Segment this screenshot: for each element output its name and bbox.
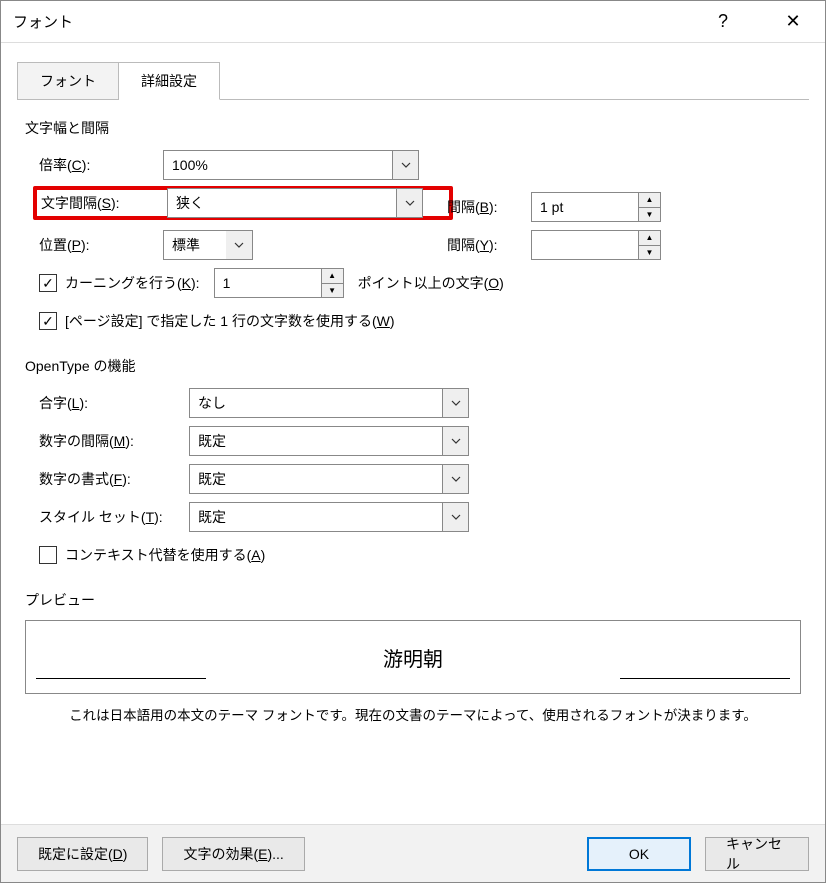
tab-font[interactable]: フォント [17, 62, 119, 100]
spin-down-icon[interactable]: ▼ [639, 246, 660, 260]
spin-down-icon[interactable]: ▼ [322, 284, 343, 298]
numforms-value: 既定 [190, 469, 442, 489]
check-icon [39, 546, 57, 564]
scale-combo[interactable]: 100% [163, 150, 419, 180]
by-label: 間隔(B): [447, 197, 531, 217]
chevron-down-icon [442, 465, 468, 493]
ligatures-value: なし [190, 393, 442, 413]
spin-up-icon[interactable]: ▲ [639, 231, 660, 246]
spacing-value: 狭く [168, 193, 396, 213]
kerning-tail-label: ポイント以上の文字(O) [358, 273, 504, 293]
scale-value: 100% [164, 157, 392, 173]
spacing-combo[interactable]: 狭く [167, 188, 423, 218]
contextual-label: コンテキスト代替を使用する(A) [65, 545, 265, 565]
chevron-down-icon [396, 189, 422, 217]
position-label: 位置(P): [39, 235, 163, 255]
check-icon: ✓ [39, 274, 57, 292]
numspacing-value: 既定 [190, 431, 442, 451]
kerning-checkbox[interactable]: ✓ カーニングを行う(K): [39, 273, 200, 293]
styleset-value: 既定 [190, 507, 442, 527]
preview-label: プレビュー [25, 590, 801, 610]
spin-up-icon[interactable]: ▲ [639, 193, 660, 208]
contextual-checkbox[interactable]: コンテキスト代替を使用する(A) [39, 545, 265, 565]
chevron-down-icon [442, 503, 468, 531]
titlebar: フォント ? ✕ [1, 1, 825, 43]
styleset-label: スタイル セット(T): [39, 507, 189, 527]
text-effects-button[interactable]: 文字の効果(E)... [162, 837, 304, 871]
numspacing-label: 数字の間隔(M): [39, 431, 189, 451]
set-default-button[interactable]: 既定に設定(D) [17, 837, 148, 871]
chevron-down-icon [442, 389, 468, 417]
opentype-group-label: OpenType の機能 [25, 356, 801, 376]
kerning-spinner[interactable]: 1 ▲▼ [214, 268, 344, 298]
preview-box: 游明朝 [25, 620, 801, 694]
grid-label: [ページ設定] で指定した 1 行の文字数を使用する(W) [65, 311, 395, 331]
preview-text: 游明朝 [383, 643, 443, 672]
ligatures-combo[interactable]: なし [189, 388, 469, 418]
scale-label: 倍率(C): [39, 155, 163, 175]
by-spinner[interactable]: 1 pt ▲▼ [531, 192, 661, 222]
numforms-label: 数字の書式(F): [39, 469, 189, 489]
by2-spinner[interactable]: ▲▼ [531, 230, 661, 260]
position-combo[interactable]: 標準 [163, 230, 253, 260]
opentype-group: 合字(L): なし 数字の間隔(M): 既定 数字の書式(F): 既定 [25, 386, 801, 590]
preview-underline [620, 678, 790, 679]
dialog-title: フォント [13, 11, 73, 32]
dialog-footer: 既定に設定(D) 文字の効果(E)... OK キャンセル [1, 824, 825, 882]
position-value: 標準 [164, 235, 226, 255]
chevron-down-icon [392, 151, 418, 179]
spin-down-icon[interactable]: ▼ [639, 208, 660, 222]
kerning-label: カーニングを行う(K): [65, 273, 200, 293]
help-button[interactable]: ? [703, 7, 743, 37]
chevron-down-icon [442, 427, 468, 455]
font-dialog: フォント ? ✕ フォント 詳細設定 文字幅と間隔 倍率(C): 100% 文字… [0, 0, 826, 883]
grid-checkbox[interactable]: ✓ [ページ設定] で指定した 1 行の文字数を使用する(W) [39, 311, 395, 331]
chevron-down-icon [226, 231, 252, 259]
spacing-row-highlight: 文字間隔(S): 狭く [33, 186, 453, 220]
numforms-combo[interactable]: 既定 [189, 464, 469, 494]
tab-advanced[interactable]: 詳細設定 [119, 62, 220, 100]
kerning-value: 1 [215, 275, 321, 291]
styleset-combo[interactable]: 既定 [189, 502, 469, 532]
numspacing-combo[interactable]: 既定 [189, 426, 469, 456]
spin-up-icon[interactable]: ▲ [322, 269, 343, 284]
check-icon: ✓ [39, 312, 57, 330]
ok-button[interactable]: OK [587, 837, 691, 871]
cancel-button[interactable]: キャンセル [705, 837, 809, 871]
ligatures-label: 合字(L): [39, 393, 189, 413]
tab-strip: フォント 詳細設定 [17, 61, 825, 99]
by-value: 1 pt [532, 199, 638, 215]
preview-note: これは日本語用の本文のテーマ フォントです。現在の文書のテーマによって、使用され… [25, 704, 801, 724]
by2-label: 間隔(Y): [447, 235, 531, 255]
tab-content-advanced: 文字幅と間隔 倍率(C): 100% 文字間隔(S): 狭く 間隔(B): [17, 99, 809, 824]
spacing-group: 倍率(C): 100% 文字間隔(S): 狭く 間隔(B): 1 pt ▲▼ [25, 148, 801, 356]
spacing-label: 文字間隔(S): [41, 193, 167, 213]
spacing-group-label: 文字幅と間隔 [25, 118, 801, 138]
preview-underline [36, 678, 206, 679]
close-button[interactable]: ✕ [773, 7, 813, 37]
